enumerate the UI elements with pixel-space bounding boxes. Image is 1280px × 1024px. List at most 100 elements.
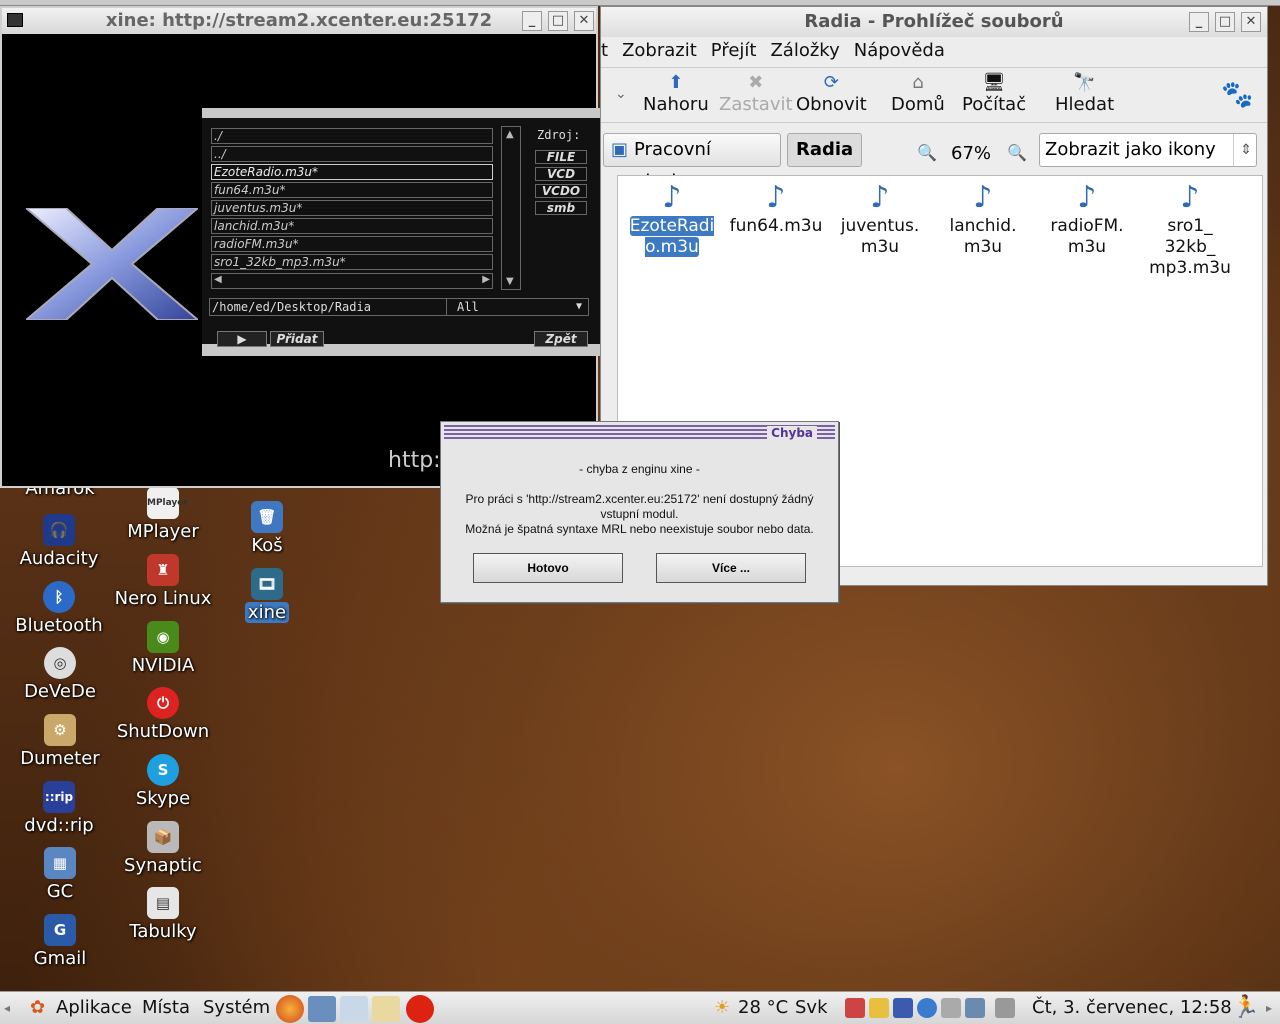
home-button[interactable]: ⌂ Domů xyxy=(891,72,945,115)
back-button[interactable]: Zpět xyxy=(534,331,588,347)
desktop-icon-dvdrip[interactable]: ::rip dvd::rip xyxy=(4,781,114,836)
running-man-icon[interactable]: 🏃 xyxy=(1232,996,1259,1020)
more-button[interactable]: Více ... xyxy=(656,553,806,583)
desktop-icon-nvidia[interactable]: ◉ NVIDIA xyxy=(108,621,218,676)
dialog-message-line: Možná je špatná syntaxe MRL nebo neexist… xyxy=(465,522,814,536)
file-icon-lanchid[interactable]: ♪ lanchid. m3u xyxy=(933,180,1033,258)
maximize-icon[interactable]: □ xyxy=(548,11,568,31)
path-field[interactable]: /home/ed/Desktop/Radia All ▼ xyxy=(209,298,589,316)
clock[interactable]: Čt, 3. červenec, 12:58 xyxy=(1032,996,1232,1020)
ok-button[interactable]: Hotovo xyxy=(473,553,623,583)
audio-file-icon: ♪ xyxy=(766,180,786,215)
zoom-in-icon[interactable]: 🔍 xyxy=(1007,143,1027,162)
file-icon-juventus[interactable]: ♪ juventus. m3u xyxy=(830,180,930,258)
playlist-item[interactable]: sro1_32kb_mp3.m3u* xyxy=(211,254,493,270)
gmail-icon: G xyxy=(44,914,76,946)
tray-icon-b[interactable] xyxy=(869,998,889,1018)
search-button[interactable]: 🔭 Hledat xyxy=(1055,72,1114,115)
scroll-left-icon[interactable]: ◀ xyxy=(214,274,222,285)
minimize-icon[interactable]: _ xyxy=(1189,12,1209,32)
weather-temp[interactable]: 28 °C xyxy=(738,996,788,1020)
menu-edit-partial[interactable]: t xyxy=(601,40,608,61)
playlist-item[interactable]: juventus.m3u* xyxy=(211,200,493,216)
menu-go[interactable]: Přejít xyxy=(711,40,757,61)
filter-select[interactable]: All ▼ xyxy=(446,299,588,315)
volume-icon[interactable] xyxy=(995,998,1015,1018)
gnome-menu-icon: ✿ xyxy=(30,997,46,1018)
keyboard-layout[interactable]: Svk xyxy=(795,996,828,1020)
file-icon-sro1[interactable]: ♪ sro1_ 32kb_ mp3.m3u xyxy=(1140,180,1240,279)
add-button[interactable]: Přidat xyxy=(270,331,324,347)
file-icon-fun64[interactable]: ♪ fun64.m3u xyxy=(726,180,826,237)
playlist-item[interactable]: lanchid.m3u* xyxy=(211,218,493,234)
source-smb-button[interactable]: smb xyxy=(535,201,587,215)
playlist-item[interactable]: fun64.m3u* xyxy=(211,182,493,198)
source-vcdo-button[interactable]: VCDO xyxy=(535,184,587,198)
desktop-icon-synaptic[interactable]: 📦 Synaptic xyxy=(108,821,218,876)
menu-view[interactable]: Zobrazit xyxy=(622,40,697,61)
menu-help[interactable]: Nápověda xyxy=(854,40,945,61)
zoom-out-icon[interactable]: 🔍 xyxy=(917,143,937,162)
playlist-item[interactable]: ./ xyxy=(211,128,493,144)
desktop-icon-gmail[interactable]: G Gmail xyxy=(5,914,115,969)
desktop-icon-mplayer[interactable]: MPlayer MPlayer xyxy=(108,487,218,542)
chevron-down-icon[interactable]: ⌄ xyxy=(615,86,627,102)
playlist-item[interactable]: EzoteRadio.m3u* xyxy=(211,164,493,180)
weather-icon: ☀ xyxy=(714,997,731,1018)
desktop-icon-trash[interactable]: 🗑 Koš xyxy=(212,501,322,556)
playlist-hscrollbar[interactable]: ◀ ▶ xyxy=(211,273,493,289)
file-icon-radiofm[interactable]: ♪ radioFM. m3u xyxy=(1037,180,1137,258)
file-icon-ezoteradio[interactable]: ♪ EzoteRadi o.m3u xyxy=(622,180,722,258)
tray-icon-c[interactable] xyxy=(893,998,913,1018)
tray-icon-a[interactable] xyxy=(845,998,865,1018)
play-button[interactable]: ▶ xyxy=(217,331,267,347)
path-button-radia[interactable]: Radia xyxy=(787,133,863,167)
network-icon[interactable] xyxy=(965,998,985,1018)
close-icon[interactable]: ✕ xyxy=(574,11,594,31)
tray-globe-icon[interactable] xyxy=(917,998,937,1018)
desktop-icon-shutdown[interactable]: ⏻ ShutDown xyxy=(108,687,218,742)
playlist-item[interactable]: ../ xyxy=(211,146,493,162)
scroll-right-icon[interactable]: ▶ xyxy=(482,274,490,285)
menu-places[interactable]: Místa xyxy=(142,996,190,1020)
playlist-vscrollbar[interactable]: ▲ ▼ xyxy=(501,126,521,290)
tray-icon-d[interactable] xyxy=(941,998,961,1018)
source-vcd-button[interactable]: VCD xyxy=(535,167,587,181)
xine-window: xine: http://stream2.xcenter.eu:25172 _ … xyxy=(0,6,600,488)
desktop-icon-tabulky[interactable]: ▤ Tabulky xyxy=(108,887,218,942)
desktop-icon-devede[interactable]: ◎ DeVeDe xyxy=(5,647,115,702)
menu-applications[interactable]: Aplikace xyxy=(56,996,132,1020)
up-button[interactable]: ⬆ Nahoru xyxy=(643,72,709,115)
editor-launcher-icon[interactable] xyxy=(372,996,400,1022)
opera-launcher-icon[interactable] xyxy=(406,995,434,1023)
window-menu-icon[interactable] xyxy=(7,13,23,27)
maximize-icon[interactable]: □ xyxy=(1215,12,1235,32)
chevron-down-icon: ▼ xyxy=(575,301,582,312)
firefox-launcher-icon[interactable] xyxy=(276,995,304,1023)
desktop-launcher-icon[interactable] xyxy=(308,996,336,1022)
menu-bookmarks[interactable]: Záložky xyxy=(770,40,839,61)
nvidia-icon: ◉ xyxy=(147,621,179,653)
source-file-button[interactable]: FILE xyxy=(535,150,587,164)
playlist-item[interactable]: radioFM.m3u* xyxy=(211,236,493,252)
desktop-icon-xine[interactable]: 🎞 xine xyxy=(212,568,322,623)
menu-system[interactable]: Systém xyxy=(203,996,270,1020)
stop-button[interactable]: ✖ Zastavit xyxy=(719,72,793,115)
reload-button[interactable]: ⟳ Obnovit xyxy=(796,72,867,115)
desktop-icon-audacity[interactable]: 🎧 Audacity xyxy=(4,514,114,569)
dialog-title: Chyba xyxy=(767,426,817,440)
desktop-icon-nero[interactable]: ♜ Nero Linux xyxy=(108,554,218,609)
path-button-desktop[interactable]: ▣Pracovní plocha xyxy=(603,133,781,192)
scroll-down-icon[interactable]: ▼ xyxy=(506,276,514,287)
desktop-icon-bluetooth[interactable]: ᛒ Bluetooth xyxy=(4,581,114,636)
close-icon[interactable]: ✕ xyxy=(1241,12,1261,32)
network-launcher-icon[interactable] xyxy=(340,996,368,1022)
scroll-up-icon[interactable]: ▲ xyxy=(506,129,514,140)
computer-button[interactable]: 🖥 Počítač xyxy=(962,72,1026,115)
desktop-icon-gc[interactable]: ▦ GC xyxy=(5,847,115,902)
view-mode-select[interactable]: Zobrazit jako ikony ⇕ xyxy=(1039,133,1257,167)
desktop-icon-skype[interactable]: S Skype xyxy=(108,754,218,809)
panel-handle-icon: ◂ xyxy=(4,1001,11,1015)
minimize-icon[interactable]: _ xyxy=(522,11,542,31)
desktop-icon-dumeter[interactable]: ⚙ Dumeter xyxy=(5,714,115,769)
